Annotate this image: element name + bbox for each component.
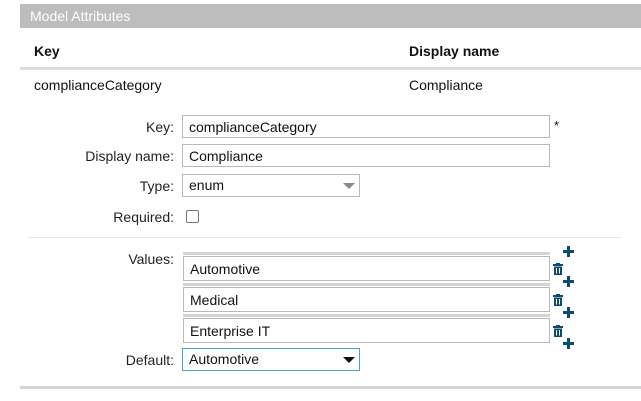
value-input-medical[interactable]: [183, 287, 550, 312]
value-input-enterprise-it[interactable]: [183, 318, 550, 343]
key-input[interactable]: [182, 115, 550, 138]
default-select[interactable]: Automotive: [182, 348, 360, 371]
trash-icon[interactable]: [553, 263, 563, 275]
display-name-label: Display name:: [85, 148, 174, 164]
key-label: Key:: [145, 119, 174, 135]
column-header-display-name: Display name: [409, 43, 500, 59]
panel-header: Model Attributes: [20, 4, 641, 28]
trash-icon[interactable]: [553, 294, 563, 306]
type-label: Type:: [139, 178, 174, 194]
value-row-edge: [183, 252, 550, 255]
plus-icon[interactable]: [563, 246, 574, 257]
trash-icon[interactable]: [553, 325, 563, 337]
panel-title: Model Attributes: [30, 8, 131, 24]
chevron-down-icon: [343, 183, 355, 189]
panel-bottom-border: [20, 386, 641, 389]
row-display-name: Compliance: [409, 77, 483, 93]
row-key: complianceCategory: [34, 77, 162, 93]
plus-icon[interactable]: [563, 307, 574, 318]
value-row-edge: [183, 283, 550, 286]
chevron-down-icon: [343, 357, 355, 363]
default-label: Default:: [125, 352, 174, 368]
display-name-input[interactable]: [182, 144, 550, 167]
column-header-key: Key: [34, 43, 60, 59]
required-label: Required:: [113, 209, 174, 225]
default-select-value: Automotive: [189, 351, 260, 367]
required-checkbox[interactable]: [186, 210, 199, 223]
required-marker: *: [554, 118, 560, 133]
header-divider: [20, 67, 641, 70]
values-label: Values:: [128, 251, 174, 267]
value-row-edge: [183, 314, 550, 317]
type-select[interactable]: enum: [182, 174, 360, 197]
plus-icon[interactable]: [563, 276, 574, 287]
type-select-value: enum: [189, 177, 225, 193]
plus-icon[interactable]: [563, 338, 574, 349]
section-divider: [28, 237, 621, 238]
value-input-automotive[interactable]: [183, 256, 550, 281]
